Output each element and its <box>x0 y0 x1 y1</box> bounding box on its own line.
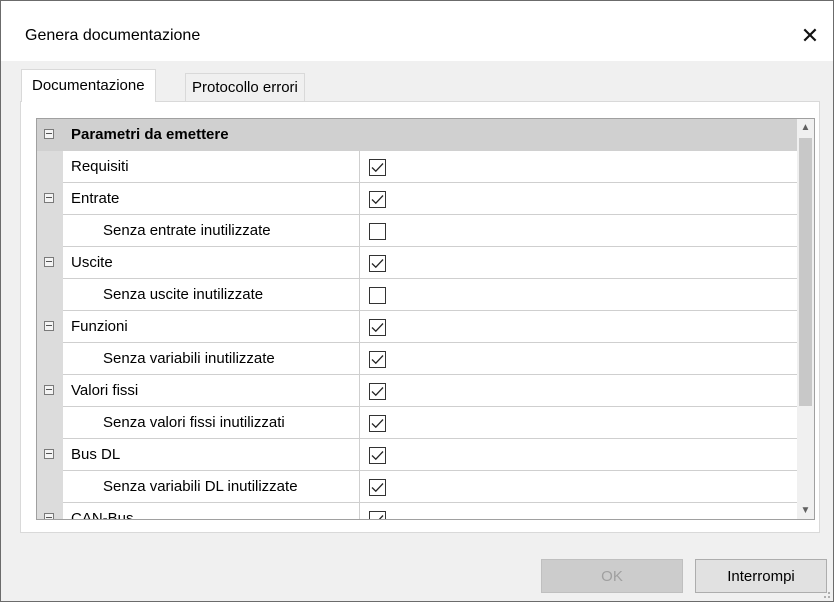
row-gutter <box>37 183 63 215</box>
collapse-icon[interactable] <box>44 385 54 395</box>
checkbox-senza-variabili-dl[interactable] <box>369 479 386 496</box>
row-gutter <box>37 407 63 439</box>
row-label: Senza variabili DL inutilizzate <box>103 478 298 495</box>
grid-row-valori-fissi: Valori fissi <box>37 375 797 407</box>
scrollbar-thumb[interactable] <box>799 138 812 406</box>
row-gutter <box>37 311 63 343</box>
checkmark-icon <box>371 259 384 269</box>
scroll-down-icon[interactable]: ▼ <box>797 502 814 519</box>
collapse-icon[interactable] <box>44 257 54 267</box>
checkbox-uscite[interactable] <box>369 255 386 272</box>
row-label: Senza valori fissi inutilizzati <box>103 414 285 431</box>
row-label: Uscite <box>71 254 113 271</box>
grid-row-senza-uscite: Senza uscite inutilizzate <box>37 279 797 311</box>
row-gutter <box>37 471 63 503</box>
row-gutter <box>37 439 63 471</box>
grid-row-senza-variabili-dl: Senza variabili DL inutilizzate <box>37 471 797 503</box>
checkmark-icon <box>371 451 384 461</box>
row-gutter <box>37 215 63 247</box>
grid-header-label: Parametri da emettere <box>71 126 229 143</box>
grid-row-senza-variabili: Senza variabili inutilizzate <box>37 343 797 375</box>
checkbox-senza-uscite[interactable] <box>369 287 386 304</box>
grid-row-senza-valori-fissi: Senza valori fissi inutilizzati <box>37 407 797 439</box>
window-title: Genera documentazione <box>25 27 201 44</box>
vertical-scrollbar[interactable]: ▲ ▼ <box>797 119 814 519</box>
collapse-icon[interactable] <box>44 321 54 331</box>
title-bar: Genera documentazione ✕ <box>1 1 833 61</box>
row-label: Senza uscite inutilizzate <box>103 286 264 303</box>
checkbox-senza-variabili[interactable] <box>369 351 386 368</box>
ok-button[interactable]: OK <box>541 559 683 593</box>
checkmark-icon <box>371 355 384 365</box>
checkbox-funzioni[interactable] <box>369 319 386 336</box>
grid-row-entrate: Entrate <box>37 183 797 215</box>
checkbox-valori-fissi[interactable] <box>369 383 386 400</box>
dialog-window: Genera documentazione ✕ Documentazione P… <box>0 0 834 602</box>
cancel-button[interactable]: Interrompi <box>695 559 827 593</box>
row-gutter <box>37 151 63 183</box>
row-label: CAN-Bus <box>71 510 134 520</box>
resize-grip-icon[interactable] <box>821 589 831 599</box>
checkmark-icon <box>378 515 384 519</box>
collapse-icon[interactable] <box>44 513 54 519</box>
row-gutter <box>37 247 63 279</box>
row-label: Requisiti <box>71 158 129 175</box>
parameters-grid: Parametri da emettere Requisiti Entrate … <box>36 118 815 520</box>
checkbox-senza-valori-fissi[interactable] <box>369 415 386 432</box>
close-icon[interactable]: ✕ <box>787 15 833 57</box>
tab-documentazione[interactable]: Documentazione <box>21 69 156 102</box>
checkmark-icon <box>371 195 384 205</box>
checkbox-senza-entrate[interactable] <box>369 223 386 240</box>
row-label: Valori fissi <box>71 382 139 399</box>
row-gutter <box>37 119 63 151</box>
row-gutter <box>37 503 63 519</box>
row-label: Senza entrate inutilizzate <box>103 222 271 239</box>
tab-protocollo-errori[interactable]: Protocollo errori <box>185 73 305 101</box>
grid-row-can-bus: CAN-Bus <box>37 503 797 520</box>
row-gutter <box>37 343 63 375</box>
grid-row-senza-entrate: Senza entrate inutilizzate <box>37 215 797 247</box>
grid-row-bus-dl: Bus DL <box>37 439 797 471</box>
checkmark-icon <box>371 387 384 397</box>
grid-row-requisiti: Requisiti <box>37 151 797 183</box>
checkmark-icon <box>371 419 384 429</box>
row-label: Entrate <box>71 190 120 207</box>
checkbox-requisiti[interactable] <box>369 159 386 176</box>
row-label: Senza variabili inutilizzate <box>103 350 275 367</box>
collapse-icon[interactable] <box>44 129 54 139</box>
checkmark-icon <box>371 163 384 173</box>
scroll-up-icon[interactable]: ▲ <box>797 119 814 136</box>
row-label: Bus DL <box>71 446 121 463</box>
grid-row-uscite: Uscite <box>37 247 797 279</box>
collapse-icon[interactable] <box>44 449 54 459</box>
row-label: Funzioni <box>71 318 128 335</box>
checkbox-bus-dl[interactable] <box>369 447 386 464</box>
checkbox-entrate[interactable] <box>369 191 386 208</box>
row-gutter <box>37 279 63 311</box>
row-gutter <box>37 375 63 407</box>
tab-panel: Parametri da emettere Requisiti Entrate … <box>20 101 820 533</box>
checkmark-icon <box>371 483 384 493</box>
collapse-icon[interactable] <box>44 193 54 203</box>
grid-header-row: Parametri da emettere <box>37 119 797 151</box>
checkbox-can-bus[interactable] <box>369 511 386 519</box>
checkmark-icon <box>371 323 384 333</box>
grid-row-funzioni: Funzioni <box>37 311 797 343</box>
